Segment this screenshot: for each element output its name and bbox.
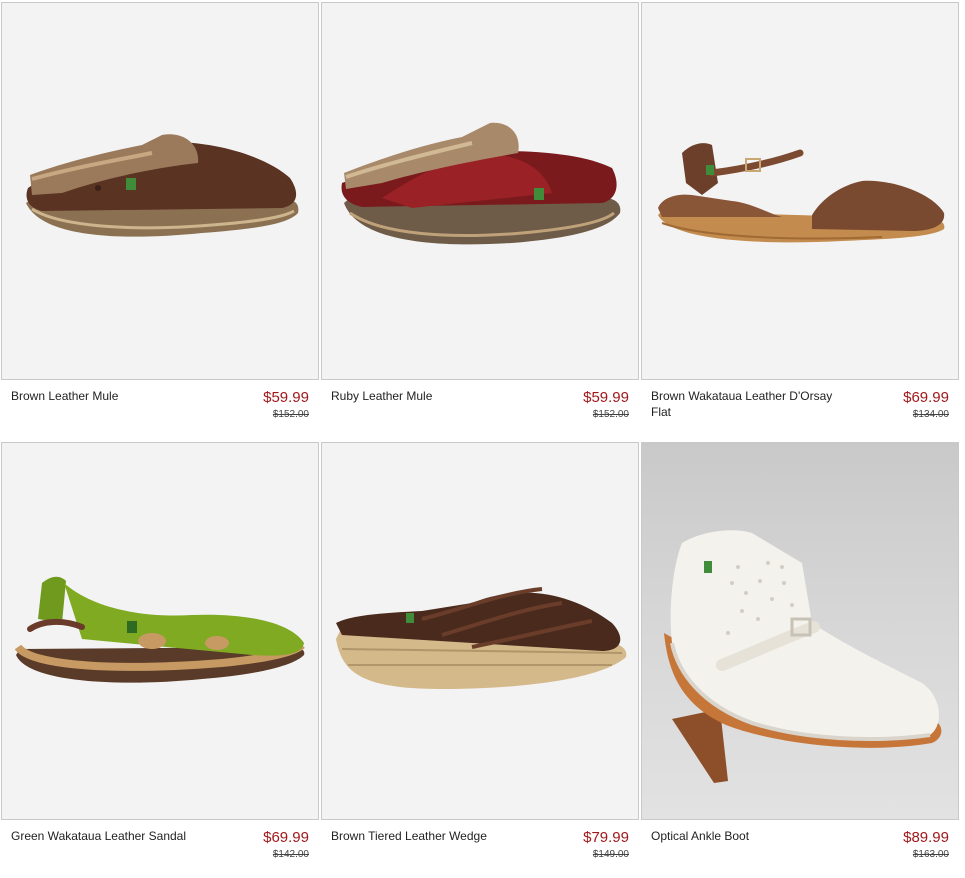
sale-price: $59.99 — [583, 389, 629, 406]
product-name[interactable]: Optical Ankle Boot — [651, 828, 851, 844]
product-card[interactable]: Optical Ankle Boot $89.99 $163.00 — [641, 442, 959, 876]
product-image-ruby-leather-mule[interactable] — [321, 2, 639, 380]
original-price: $152.00 — [272, 409, 309, 420]
original-price: $134.00 — [912, 409, 949, 420]
sale-price: $79.99 — [583, 829, 629, 846]
original-price: $163.00 — [912, 849, 949, 860]
product-grid: Brown Leather Mule $59.99 $152.00 Ruby L… — [0, 0, 965, 878]
green-sandal-shoe-icon — [14, 576, 305, 683]
product-image-brown-wedge[interactable] — [321, 442, 639, 820]
product-image-brown-leather-mule[interactable] — [1, 2, 319, 380]
product-image-optical-ankle-boot[interactable] — [641, 442, 959, 820]
white-ankle-boot-icon — [664, 530, 942, 783]
product-name[interactable]: Brown Tiered Leather Wedge — [331, 828, 531, 844]
sale-price: $69.99 — [903, 389, 949, 406]
brown-flat-shoe-icon — [658, 143, 945, 243]
product-card[interactable]: Ruby Leather Mule $59.99 $152.00 — [321, 2, 639, 438]
sale-price: $69.99 — [263, 829, 309, 846]
product-name[interactable]: Ruby Leather Mule — [331, 388, 531, 404]
product-image-brown-dorsay-flat[interactable] — [641, 2, 959, 380]
red-mule-shoe-icon — [341, 122, 621, 245]
product-name[interactable]: Brown Wakataua Leather D'Orsay Flat — [651, 388, 851, 420]
product-card[interactable]: Green Wakataua Leather Sandal $69.99 $14… — [1, 442, 319, 876]
product-card[interactable]: Brown Wakataua Leather D'Orsay Flat $69.… — [641, 2, 959, 438]
sale-price: $89.99 — [903, 829, 949, 846]
original-price: $149.00 — [592, 849, 629, 860]
product-card[interactable]: Brown Tiered Leather Wedge $79.99 $149.0… — [321, 442, 639, 876]
product-image-green-sandal[interactable] — [1, 442, 319, 820]
product-name[interactable]: Green Wakataua Leather Sandal — [11, 828, 211, 844]
brown-mule-shoe-icon — [26, 134, 299, 237]
product-card[interactable]: Brown Leather Mule $59.99 $152.00 — [1, 2, 319, 438]
sale-price: $59.99 — [263, 389, 309, 406]
original-price: $152.00 — [592, 409, 629, 420]
original-price: $142.00 — [272, 849, 309, 860]
product-name[interactable]: Brown Leather Mule — [11, 388, 211, 404]
brown-wedge-shoe-icon — [336, 587, 627, 689]
